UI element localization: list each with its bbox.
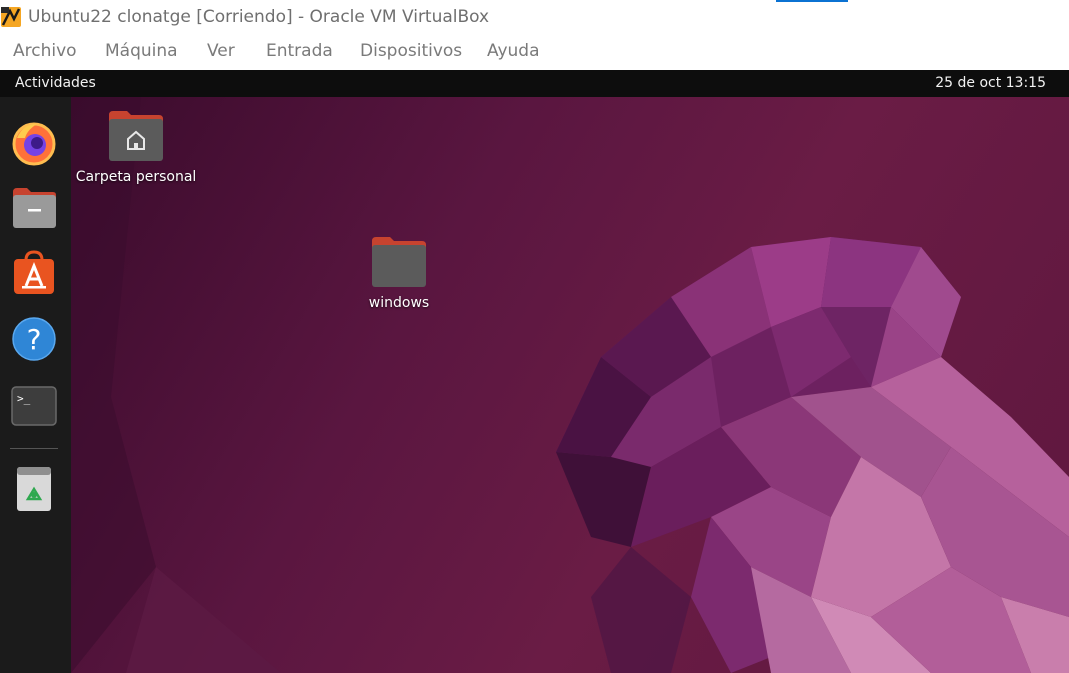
window-title: Ubuntu22 clonatge [Corriendo] - Oracle V… bbox=[28, 7, 490, 27]
virtualbox-icon bbox=[1, 7, 21, 27]
dock: ? >_ bbox=[0, 97, 71, 673]
software-center-icon bbox=[14, 250, 54, 294]
dock-separator bbox=[10, 448, 58, 449]
help-icon: ? bbox=[12, 317, 56, 361]
terminal-icon: >_ bbox=[11, 386, 57, 426]
desktop-icon-label: Carpeta personal bbox=[75, 169, 197, 185]
firefox-icon bbox=[12, 122, 56, 166]
menu-dispositivos[interactable]: Dispositivos bbox=[360, 41, 462, 61]
menu-entrada[interactable]: Entrada bbox=[266, 41, 333, 61]
dock-item-trash[interactable] bbox=[9, 464, 59, 514]
trash-icon bbox=[17, 467, 51, 511]
desktop[interactable]: Carpeta personal windows bbox=[71, 97, 1069, 673]
menu-archivo[interactable]: Archivo bbox=[13, 41, 77, 61]
desktop-icon-label: windows bbox=[368, 295, 430, 311]
vbox-menubar: Archivo Máquina Ver Entrada Dispositivos… bbox=[0, 34, 1069, 70]
titlebar-accent bbox=[776, 0, 848, 2]
home-folder-icon bbox=[109, 111, 163, 161]
dock-item-help[interactable]: ? bbox=[9, 314, 59, 364]
desktop-icon-windows[interactable]: windows bbox=[334, 235, 464, 311]
gnome-topbar: Actividades 25 de oct 13:15 bbox=[0, 70, 1069, 97]
desktop-icon-home[interactable]: Carpeta personal bbox=[71, 109, 201, 185]
dock-item-terminal[interactable]: >_ bbox=[9, 381, 59, 431]
terminal-prompt: >_ bbox=[17, 392, 31, 405]
dock-item-files[interactable] bbox=[9, 183, 59, 233]
dock-item-software[interactable] bbox=[9, 248, 59, 298]
menu-maquina[interactable]: Máquina bbox=[105, 41, 178, 61]
guest-screen[interactable]: Actividades 25 de oct 13:15 Carpeta pers… bbox=[0, 70, 1069, 673]
clock[interactable]: 25 de oct 13:15 bbox=[935, 75, 1046, 91]
folder-icon bbox=[372, 237, 426, 287]
files-icon bbox=[13, 188, 56, 228]
svg-text:?: ? bbox=[27, 323, 42, 356]
dock-item-firefox[interactable] bbox=[9, 118, 59, 168]
menu-ver[interactable]: Ver bbox=[207, 41, 235, 61]
activities-button[interactable]: Actividades bbox=[15, 75, 96, 91]
menu-ayuda[interactable]: Ayuda bbox=[487, 41, 540, 61]
wallpaper-jellyfish bbox=[71, 97, 1069, 673]
window-titlebar: Ubuntu22 clonatge [Corriendo] - Oracle V… bbox=[0, 0, 1069, 34]
